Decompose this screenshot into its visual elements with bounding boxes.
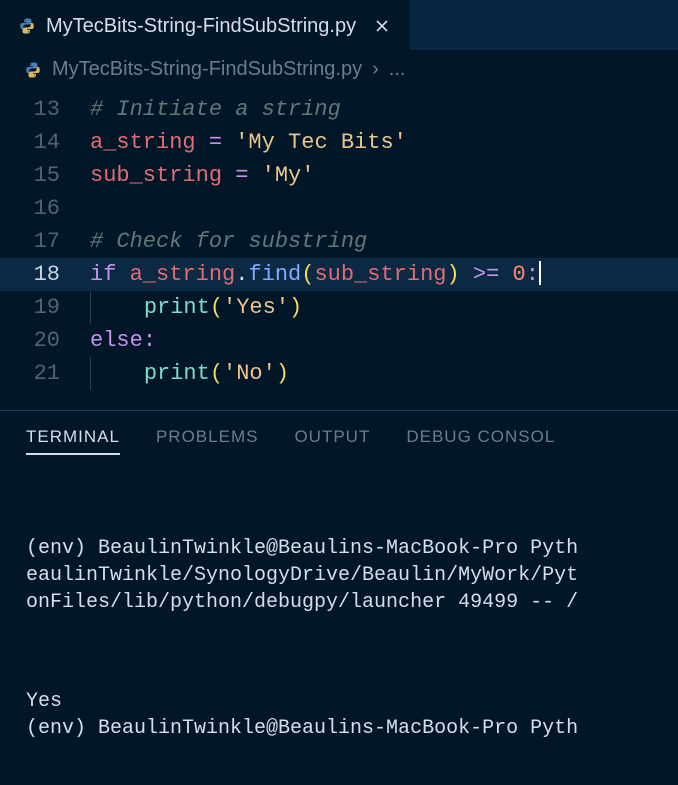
editor-line[interactable]: 16 xyxy=(0,192,678,225)
line-number: 14 xyxy=(0,126,90,159)
line-number: 13 xyxy=(0,93,90,126)
line-number: 18 xyxy=(0,258,90,291)
code-content: if a_string.find(sub_string) >= 0: xyxy=(90,258,678,291)
terminal-line: Yes (env) BeaulinTwinkle@Beaulins-MacBoo… xyxy=(26,688,652,742)
code-content: # Initiate a string xyxy=(90,93,678,126)
line-number: 17 xyxy=(0,225,90,258)
editor-line[interactable]: 17# Check for substring xyxy=(0,225,678,258)
chevron-right-icon: › xyxy=(372,58,379,81)
line-number: 20 xyxy=(0,324,90,357)
tab-close-button[interactable] xyxy=(372,16,392,36)
panel-tab-output[interactable]: OUTPUT xyxy=(294,427,370,455)
code-content: print('No') xyxy=(90,357,678,390)
line-number: 16 xyxy=(0,192,90,225)
editor-tab[interactable]: MyTecBits-String-FindSubString.py xyxy=(0,0,410,50)
tab-bar: MyTecBits-String-FindSubString.py xyxy=(0,0,678,50)
breadcrumb[interactable]: MyTecBits-String-FindSubString.py › ... xyxy=(0,50,678,89)
editor-line[interactable]: 15sub_string = 'My' xyxy=(0,159,678,192)
line-number: 21 xyxy=(0,357,90,390)
panel-tabs: TERMINAL PROBLEMS OUTPUT DEBUG CONSOL xyxy=(0,411,678,465)
code-content: # Check for substring xyxy=(90,225,678,258)
editor-line[interactable]: 20else: xyxy=(0,324,678,357)
code-content: print('Yes') xyxy=(90,291,678,324)
panel-tab-problems[interactable]: PROBLEMS xyxy=(156,427,258,455)
editor-line[interactable]: 19 print('Yes') xyxy=(0,291,678,324)
line-number: 19 xyxy=(0,291,90,324)
editor-line[interactable]: 14a_string = 'My Tec Bits' xyxy=(0,126,678,159)
code-content: sub_string = 'My' xyxy=(90,159,678,192)
tab-filename: MyTecBits-String-FindSubString.py xyxy=(46,15,356,38)
editor-line[interactable]: 21 print('No') xyxy=(0,357,678,390)
python-icon xyxy=(18,17,36,35)
line-number: 15 xyxy=(0,159,90,192)
editor-line[interactable]: 18if a_string.find(sub_string) >= 0: xyxy=(0,258,678,291)
code-content: a_string = 'My Tec Bits' xyxy=(90,126,678,159)
code-content: else: xyxy=(90,324,678,357)
terminal-output[interactable]: (env) BeaulinTwinkle@Beaulins-MacBook-Pr… xyxy=(0,465,678,785)
code-content xyxy=(90,192,678,225)
panel-tab-debug-consol[interactable]: DEBUG CONSOL xyxy=(406,427,555,455)
editor-line[interactable]: 13# Initiate a string xyxy=(0,93,678,126)
text-cursor xyxy=(539,261,541,285)
panel-tab-terminal[interactable]: TERMINAL xyxy=(26,427,120,455)
breadcrumb-filename: MyTecBits-String-FindSubString.py xyxy=(52,58,362,81)
breadcrumb-rest: ... xyxy=(389,58,406,81)
terminal-line: (env) BeaulinTwinkle@Beaulins-MacBook-Pr… xyxy=(26,535,652,616)
code-editor[interactable]: 13# Initiate a string14a_string = 'My Te… xyxy=(0,89,678,394)
python-icon xyxy=(24,61,42,79)
